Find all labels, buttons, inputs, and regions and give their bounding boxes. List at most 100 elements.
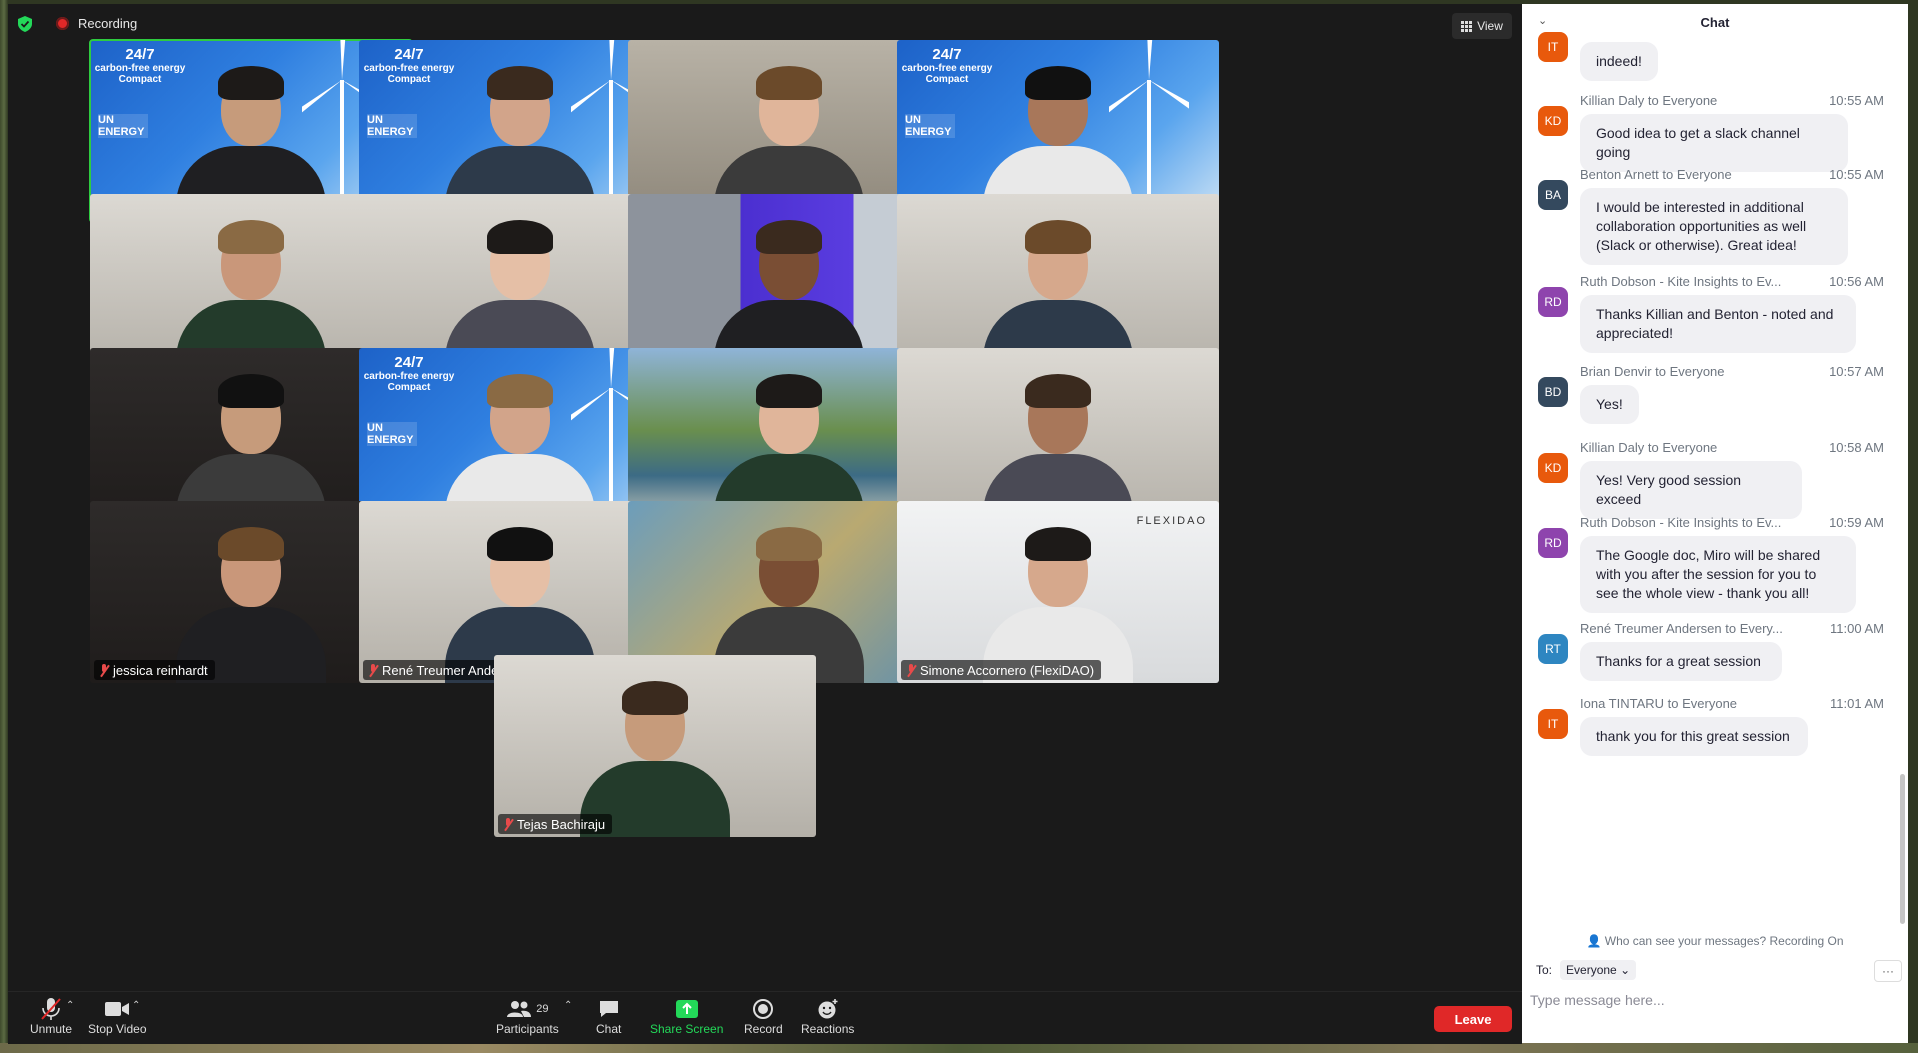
unmute-label: Unmute — [30, 1022, 73, 1036]
who-can-see-link[interactable]: 👤 Who can see your messages? Recording O… — [1522, 934, 1908, 948]
record-icon — [753, 999, 774, 1019]
participant-name: Tejas Bachiraju — [517, 816, 606, 832]
participants-options-caret-icon[interactable]: ⌃ — [564, 1000, 572, 1011]
microphone-muted-icon — [99, 663, 109, 677]
message-time: 10:56 AM — [1829, 274, 1884, 289]
record-button[interactable]: Record — [744, 996, 783, 1036]
banner-line1: 24/7 — [125, 46, 155, 63]
recipient-select-value: Everyone — [1566, 963, 1617, 977]
message-time: 10:55 AM — [1829, 167, 1884, 182]
participant-name-tag: jessica reinhardt — [94, 660, 215, 680]
banner-text: 24/7 carbon-free energy Compact — [897, 46, 997, 85]
recipient-select[interactable]: Everyone ⌄ — [1560, 960, 1637, 980]
banner-line2: carbon-free energy — [363, 371, 455, 382]
participant-name-tag: Tejas Bachiraju — [498, 814, 613, 834]
message-sender: Brian Denvir to Everyone — [1580, 364, 1725, 379]
grid-view-icon — [1461, 20, 1473, 32]
message-bubble: I would be interested in additional coll… — [1580, 188, 1848, 265]
banner-line3: Compact — [925, 74, 969, 85]
avatar: RT — [1538, 634, 1568, 664]
chat-scrollbar[interactable] — [1900, 774, 1905, 924]
avatar: IT — [1538, 709, 1568, 739]
meeting-toolbar: Unmute ⌃ Stop Video ⌃ 29 Participants ⌃ … — [8, 991, 1522, 1044]
participant-name-tag: Simone Accornero (FlexiDAO) — [901, 660, 1102, 680]
participants-count: 29 — [536, 1003, 549, 1015]
banner-line2: carbon-free energy — [363, 63, 455, 74]
view-button[interactable]: View — [1452, 13, 1512, 39]
leave-button[interactable]: Leave — [1434, 1006, 1512, 1032]
share-screen-button[interactable]: Share Screen — [650, 996, 723, 1036]
recording-indicator-icon — [56, 17, 69, 30]
chevron-down-icon: ⌄ — [1620, 963, 1631, 977]
more-options-button[interactable]: ··· — [1874, 960, 1902, 982]
participant-name: Simone Accornero (FlexiDAO) — [920, 662, 1095, 678]
banner-line3: Compact — [118, 74, 162, 85]
avatar: RD — [1538, 528, 1568, 558]
video-options-caret-icon[interactable]: ⌃ — [132, 1000, 140, 1011]
message-bubble: Good idea to get a slack channel going — [1580, 114, 1848, 172]
chat-title: Chat — [1700, 15, 1730, 30]
security-shield-icon[interactable] — [18, 16, 32, 32]
avatar: KD — [1538, 453, 1568, 483]
message-time: 10:58 AM — [1829, 440, 1884, 455]
chat-button[interactable]: Chat — [596, 996, 621, 1036]
recipient-row: To: Everyone ⌄ — [1536, 960, 1637, 980]
message-sender: Killian Daly to Everyone — [1580, 93, 1718, 108]
banner-line1: 24/7 — [932, 46, 962, 63]
message-bubble: Thanks Killian and Benton - noted and ap… — [1580, 295, 1856, 353]
message-bubble: thank you for this great session — [1580, 717, 1808, 756]
smiley-reaction-icon — [818, 999, 838, 1019]
message-sender: René Treumer Andersen to Every... — [1580, 621, 1783, 636]
un-energy-logo: UN ENERGY — [367, 114, 417, 138]
banner-line2: carbon-free energy — [901, 63, 993, 74]
participant-video — [580, 677, 730, 837]
banner-line2: carbon-free energy — [94, 63, 186, 74]
message-sender: Ruth Dobson - Kite Insights to Ev... — [1580, 274, 1782, 289]
microphone-muted-icon — [906, 663, 916, 677]
banner-text: 24/7 carbon-free energy Compact — [359, 354, 459, 393]
video-tile[interactable]: FLEXIDAO Simone Accornero (FlexiDAO) — [897, 501, 1219, 683]
reactions-label: Reactions — [801, 1022, 855, 1036]
message-bubble: Yes! Very good session exceed — [1580, 461, 1802, 519]
participant-video — [983, 523, 1133, 683]
microphone-muted-icon — [503, 817, 513, 831]
video-tile[interactable]: Tejas Bachiraju — [494, 655, 816, 837]
banner-line3: Compact — [387, 382, 431, 393]
avatar: KD — [1538, 106, 1568, 136]
video-camera-icon — [105, 1002, 130, 1016]
un-energy-logo: UN ENERGY — [905, 114, 955, 138]
participant-name: jessica reinhardt — [113, 662, 208, 678]
message-time: 11:00 AM — [1830, 621, 1884, 636]
participants-button[interactable]: 29 Participants — [496, 996, 559, 1036]
avatar: IT — [1538, 32, 1568, 62]
avatar: RD — [1538, 287, 1568, 317]
flexidao-logo: FLEXIDAO — [1136, 515, 1207, 527]
record-label: Record — [744, 1022, 783, 1036]
to-label: To: — [1536, 963, 1553, 977]
message-sender: Killian Daly to Everyone — [1580, 440, 1718, 455]
chat-label: Chat — [596, 1022, 622, 1036]
message-sender: Benton Arnett to Everyone — [1580, 167, 1732, 182]
message-time: 11:01 AM — [1830, 696, 1884, 711]
recording-label: Recording — [78, 16, 138, 31]
audio-options-caret-icon[interactable]: ⌃ — [66, 1000, 74, 1011]
banner-line1: 24/7 — [394, 46, 424, 63]
message-bubble: Thanks for a great session — [1580, 642, 1782, 681]
participants-label: Participants — [496, 1022, 559, 1036]
message-bubble: The Google doc, Miro will be shared with… — [1580, 536, 1856, 613]
message-time: 10:57 AM — [1829, 364, 1884, 379]
banner-text: 24/7 carbon-free energy Compact — [90, 46, 190, 85]
message-time: 10:59 AM — [1829, 515, 1884, 530]
ellipsis-icon: ··· — [1882, 964, 1894, 978]
banner-text: 24/7 carbon-free energy Compact — [359, 46, 459, 85]
share-screen-label: Share Screen — [650, 1022, 724, 1036]
message-sender: Ruth Dobson - Kite Insights to Ev... — [1580, 515, 1782, 530]
un-energy-logo: UN ENERGY — [98, 114, 148, 138]
message-bubble: indeed! — [1580, 42, 1658, 81]
reactions-button[interactable]: Reactions — [801, 996, 854, 1036]
top-bar: Recording View — [8, 4, 1522, 44]
message-sender: Iona TINTARU to Everyone — [1580, 696, 1738, 711]
microphone-muted-icon — [368, 663, 378, 677]
avatar: BA — [1538, 180, 1568, 210]
message-input[interactable] — [1528, 984, 1902, 1016]
